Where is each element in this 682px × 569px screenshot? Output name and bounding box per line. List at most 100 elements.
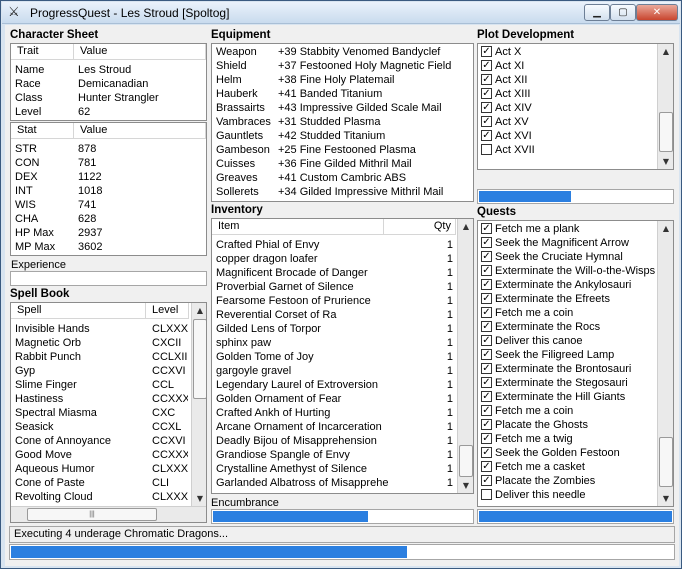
plot-act-row[interactable]: Act XVII: [478, 143, 656, 157]
stat-column-header[interactable]: Stat: [11, 123, 74, 139]
close-button[interactable]: ✕: [636, 4, 678, 21]
spell-row[interactable]: Gyp CCXVI: [11, 364, 191, 378]
quest-row[interactable]: ✓ Seek the Magnificent Arrow: [478, 236, 656, 250]
inventory-row[interactable]: copper dragon loafer 1: [212, 252, 457, 266]
plot-act-row[interactable]: ✓ Act XI: [478, 59, 656, 73]
quest-row[interactable]: ✓ Placate the Ghosts: [478, 418, 656, 432]
quest-row[interactable]: ✓ Exterminate the Will-o-the-Wisps: [478, 264, 656, 278]
plot-list[interactable]: ✓ Act X ✓ Act XI ✓ Act XII ✓ Act XIII ✓ Act XIV ✓ A…: [477, 43, 674, 170]
scroll-down-arrow-icon[interactable]: ▼: [659, 491, 673, 506]
quest-row[interactable]: ✓ Exterminate the Rocs: [478, 320, 656, 334]
spell-row[interactable]: Rabbit Punch CCLXIII: [11, 350, 191, 364]
inventory-row[interactable]: Proverbial Garnet of Silence 1: [212, 280, 457, 294]
stat-row[interactable]: DEX 1122: [11, 170, 206, 184]
spell-row[interactable]: Revolting Cloud CLXXXI: [11, 490, 191, 504]
qty-column-header[interactable]: Qty: [384, 219, 456, 235]
inventory-row[interactable]: Magnificent Brocade of Danger 1: [212, 266, 457, 280]
plot-act-row[interactable]: ✓ Act XIV: [478, 101, 656, 115]
spell-row[interactable]: Seasick CCXL: [11, 420, 191, 434]
quests-list[interactable]: ✓ Fetch me a plank ✓ Seek the Magnificent A…: [477, 220, 674, 507]
level-column-header[interactable]: Level: [146, 303, 189, 319]
stat-row[interactable]: HP Max 2937: [11, 226, 206, 240]
stat-row[interactable]: MP Max 3602: [11, 240, 206, 254]
horizontal-scroll-thumb[interactable]: |||: [27, 508, 157, 521]
equipment-row[interactable]: Weapon +39 Stabbity Venomed Bandyclef: [212, 45, 473, 59]
inventory-row[interactable]: gargoyle gravel 1: [212, 364, 457, 378]
scroll-down-arrow-icon[interactable]: ▼: [193, 491, 206, 506]
inventory-row[interactable]: Deadly Bijou of Misapprehension 1: [212, 434, 457, 448]
scroll-thumb[interactable]: [193, 319, 206, 399]
inventory-row[interactable]: Reverential Corset of Ra 1: [212, 308, 457, 322]
inventory-vertical-scrollbar[interactable]: ▲ ▼: [457, 219, 473, 493]
equipment-row[interactable]: Helm +38 Fine Holy Platemail: [212, 73, 473, 87]
inventory-row[interactable]: Arcane Ornament of Incarceration 1: [212, 420, 457, 434]
spell-book-horizontal-scrollbar[interactable]: |||: [11, 506, 206, 522]
stat-row[interactable]: CON 781: [11, 156, 206, 170]
inventory-row[interactable]: Crystalline Amethyst of Silence 1: [212, 462, 457, 476]
traits-list[interactable]: Trait Value Name Les Stroud Race Demicanadi…: [10, 43, 207, 121]
spell-row[interactable]: Magnetic Orb CXCII: [11, 336, 191, 350]
stat-row[interactable]: STR 878: [11, 142, 206, 156]
plot-act-row[interactable]: ✓ Act X: [478, 45, 656, 59]
equipment-row[interactable]: Greaves +41 Custom Cambric ABS: [212, 171, 473, 185]
stats-header[interactable]: Stat Value: [11, 123, 206, 139]
maximize-button[interactable]: ▢: [610, 4, 636, 21]
equipment-row[interactable]: Gauntlets +42 Studded Titanium: [212, 129, 473, 143]
plot-vertical-scrollbar[interactable]: ▲ ▼: [657, 44, 673, 169]
equipment-row[interactable]: Gambeson +25 Fine Festooned Plasma: [212, 143, 473, 157]
quest-row[interactable]: Deliver this needle: [478, 488, 656, 502]
spell-row[interactable]: Slime Finger CCL: [11, 378, 191, 392]
scroll-thumb[interactable]: [659, 112, 673, 152]
traits-header[interactable]: Trait Value: [11, 44, 206, 60]
scroll-down-arrow-icon[interactable]: ▼: [459, 478, 473, 493]
stat-row[interactable]: INT 1018: [11, 184, 206, 198]
equipment-row[interactable]: Cuisses +36 Fine Gilded Mithril Mail: [212, 157, 473, 171]
trait-row[interactable]: Level 62: [11, 105, 206, 119]
inventory-row[interactable]: Crafted Ankh of Hurting 1: [212, 406, 457, 420]
quest-row[interactable]: ✓ Fetch me a coin: [478, 306, 656, 320]
inventory-row[interactable]: Garlanded Albatross of Misapprehension 1: [212, 476, 457, 490]
quest-row[interactable]: ✓ Seek the Golden Festoon: [478, 446, 656, 460]
inventory-row[interactable]: Grandiose Spangle of Envy 1: [212, 448, 457, 462]
value-column-header[interactable]: Value: [74, 44, 206, 60]
plot-act-row[interactable]: ✓ Act XV: [478, 115, 656, 129]
quest-row[interactable]: ✓ Fetch me a plank: [478, 222, 656, 236]
stat-value-column-header[interactable]: Value: [74, 123, 206, 139]
trait-row[interactable]: Class Hunter Strangler: [11, 91, 206, 105]
inventory-row[interactable]: Gilded Lens of Torpor 1: [212, 322, 457, 336]
spell-row[interactable]: Aqueous Humor CLXXX: [11, 462, 191, 476]
quest-row[interactable]: ✓ Seek the Filigreed Lamp: [478, 348, 656, 362]
quest-row[interactable]: ✓ Exterminate the Stegosauri: [478, 376, 656, 390]
spell-book-vertical-scrollbar[interactable]: ▲ ▼: [191, 303, 206, 506]
inventory-row[interactable]: sphinx paw 1: [212, 336, 457, 350]
spell-row[interactable]: Invisible Hands CLXXXV: [11, 322, 191, 336]
quest-row[interactable]: ✓ Exterminate the Ankylosauri: [478, 278, 656, 292]
inventory-row[interactable]: Legendary Laurel of Extroversion 1: [212, 378, 457, 392]
scroll-down-arrow-icon[interactable]: ▼: [659, 154, 673, 169]
plot-act-row[interactable]: ✓ Act XII: [478, 73, 656, 87]
trait-row[interactable]: Race Demicanadian: [11, 77, 206, 91]
scroll-up-arrow-icon[interactable]: ▲: [193, 303, 206, 318]
quest-row[interactable]: ✓ Fetch me a casket: [478, 460, 656, 474]
inventory-list[interactable]: Item Qty Crafted Phial of Envy 1 copper dr…: [211, 218, 474, 494]
equipment-row[interactable]: Sollerets +34 Gilded Impressive Mithril M…: [212, 185, 473, 199]
stat-row[interactable]: CHA 628: [11, 212, 206, 226]
quest-row[interactable]: ✓ Deliver this canoe: [478, 334, 656, 348]
inventory-row[interactable]: Golden Ornament of Fear 1: [212, 392, 457, 406]
trait-column-header[interactable]: Trait: [11, 44, 74, 60]
inventory-row[interactable]: Golden Tome of Joy 1: [212, 350, 457, 364]
quest-row[interactable]: ✓ Exterminate the Brontosauri: [478, 362, 656, 376]
spell-row[interactable]: Spectral Miasma CXC: [11, 406, 191, 420]
equipment-row[interactable]: Shield +37 Festooned Holy Magnetic Field: [212, 59, 473, 73]
spell-row[interactable]: Cone of Paste CLI: [11, 476, 191, 490]
equipment-list[interactable]: Weapon +39 Stabbity Venomed Bandyclef Shie…: [211, 43, 474, 202]
title-bar[interactable]: ⚔ ProgressQuest - Les Stroud [Spoltog] ▁…: [2, 2, 680, 24]
inventory-row[interactable]: Crafted Phial of Envy 1: [212, 238, 457, 252]
quest-row[interactable]: ✓ Placate the Zombies: [478, 474, 656, 488]
quest-row[interactable]: ✓ Seek the Cruciate Hymnal: [478, 250, 656, 264]
spell-column-header[interactable]: Spell: [11, 303, 146, 319]
spell-row[interactable]: Cone of Annoyance CCXVI: [11, 434, 191, 448]
inventory-header[interactable]: Item Qty: [212, 219, 456, 235]
quests-vertical-scrollbar[interactable]: ▲ ▼: [657, 221, 673, 506]
spell-row[interactable]: Hastiness CCXXX: [11, 392, 191, 406]
